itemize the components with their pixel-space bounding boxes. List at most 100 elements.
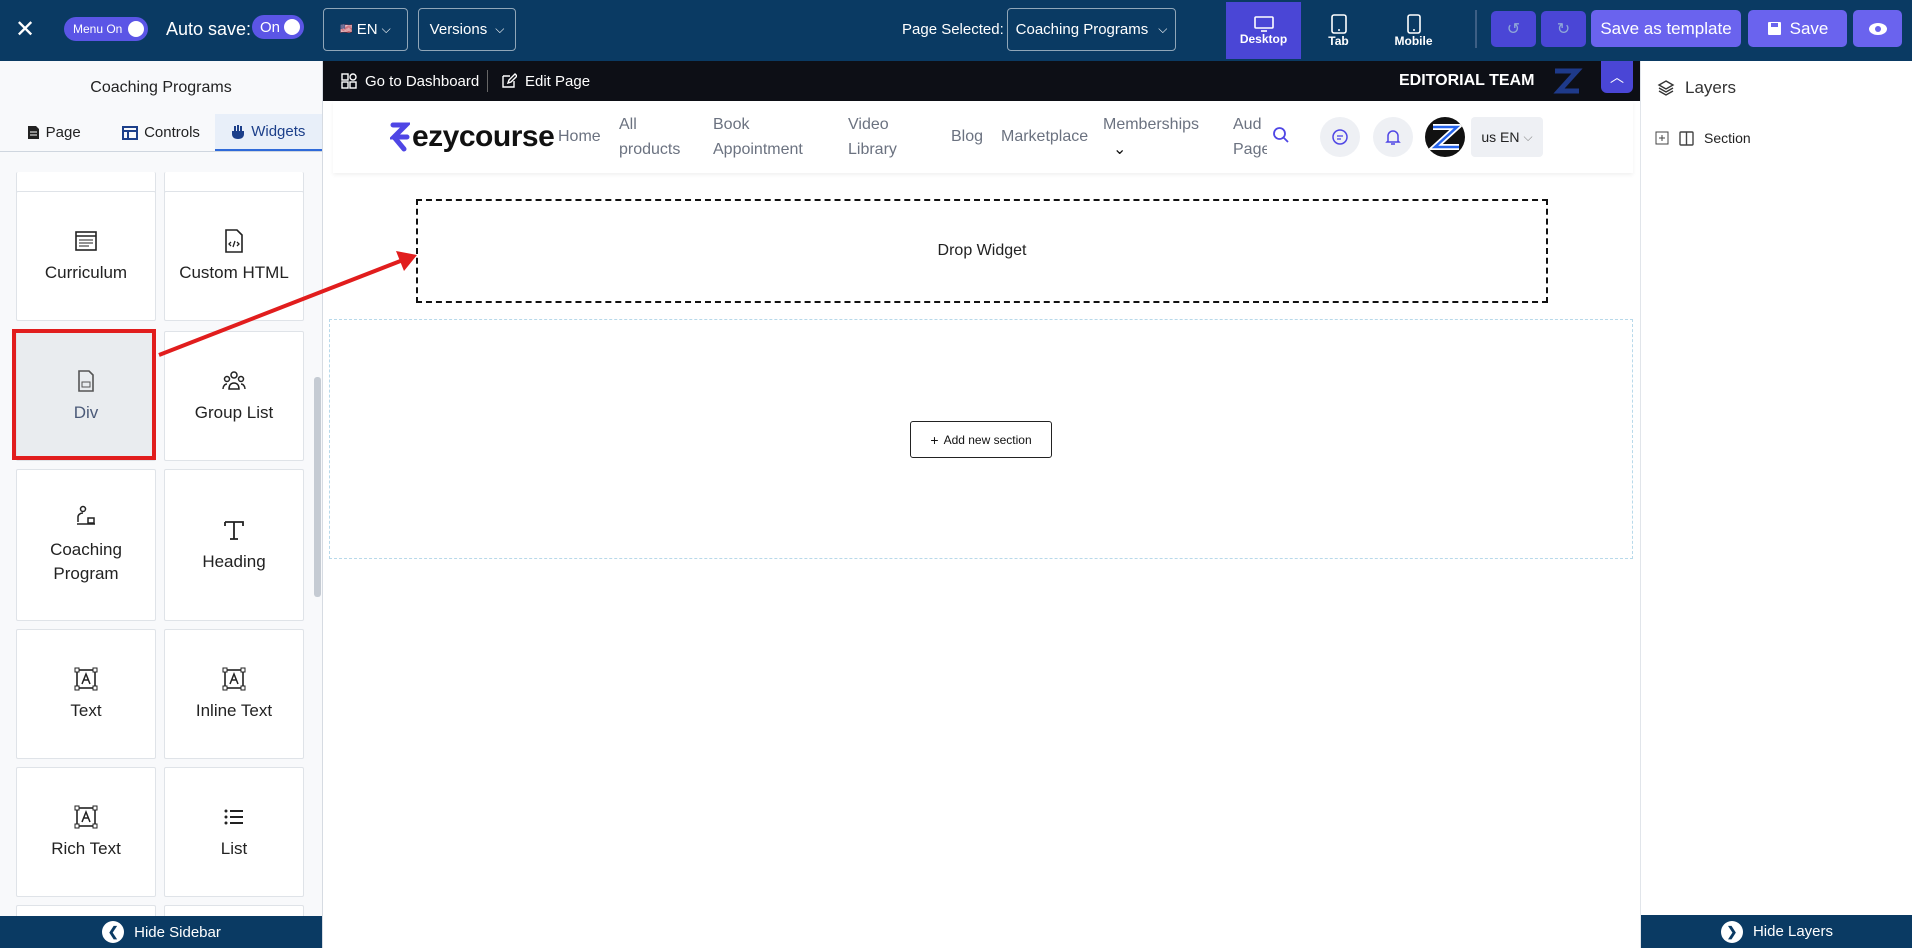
editor-canvas: Go to Dashboard Edit Page EDITORIAL TEAM…: [323, 61, 1640, 948]
nav-book-appointment[interactable]: Book Appointment: [713, 112, 809, 162]
section-columns-icon: [1679, 130, 1694, 146]
device-mobile-label: Mobile: [1394, 33, 1433, 48]
widget-coaching-program[interactable]: Coaching Program: [16, 469, 156, 621]
redo-button[interactable]: ↻: [1541, 11, 1586, 47]
nav-audio-page[interactable]: Aud Page: [1233, 112, 1267, 162]
chevron-down-icon: ⌵: [495, 22, 505, 36]
language-selector[interactable]: 🇺🇸 EN ⌵: [323, 8, 408, 51]
drop-widget-zone[interactable]: Drop Widget: [416, 199, 1548, 303]
nav-home[interactable]: Home: [558, 124, 601, 149]
widget-label: Curriculum: [44, 263, 128, 282]
go-to-dashboard-label: Go to Dashboard: [365, 72, 480, 90]
widget-text[interactable]: Text: [16, 629, 156, 759]
nav-marketplace[interactable]: Marketplace: [1001, 124, 1088, 149]
text-box-icon: [74, 805, 98, 829]
avatar-logo-icon: [1427, 124, 1465, 150]
layer-item-section[interactable]: Section: [1655, 128, 1751, 148]
widget-label: Group List: [194, 403, 274, 422]
redo-icon: ↻: [1556, 21, 1571, 38]
site-locale-selector[interactable]: us EN ⌵: [1471, 117, 1543, 157]
save-as-template-label: Save as template: [1600, 18, 1732, 38]
nav-all-products[interactable]: All products: [619, 112, 680, 162]
edit-bar: Go to Dashboard Edit Page EDITORIAL TEAM…: [323, 61, 1640, 101]
tab-page[interactable]: Page: [0, 114, 107, 151]
coaching-icon: [77, 505, 95, 525]
heading-t-icon: [224, 521, 244, 540]
versions-dropdown[interactable]: Versions ⌵: [418, 8, 516, 51]
widget-inline-text[interactable]: Inline Text: [164, 629, 304, 759]
save-icon: [1767, 22, 1781, 35]
tab-page-label: Page: [45, 124, 81, 141]
nav-memberships-label: Memberships: [1103, 116, 1200, 133]
tab-controls[interactable]: Controls: [107, 114, 214, 151]
chevron-down-icon: ⌵: [1158, 22, 1168, 36]
autosave-toggle[interactable]: On: [252, 15, 304, 39]
undo-button[interactable]: ↺: [1491, 11, 1536, 47]
html-file-icon: [225, 229, 243, 253]
save-as-template-button[interactable]: Save as template: [1591, 10, 1741, 47]
undo-icon: ↺: [1506, 21, 1521, 38]
team-name: EDITORIAL TEAM: [1399, 72, 1535, 89]
widget-custom-html[interactable]: Custom HTML: [164, 191, 304, 321]
flag-us-icon: 🇺🇸: [340, 24, 353, 35]
tab-controls-label: Controls: [144, 124, 200, 141]
widget-div[interactable]: Div: [16, 331, 156, 461]
save-button[interactable]: Save: [1748, 10, 1847, 47]
layers-title: Layers: [1685, 78, 1737, 97]
close-icon[interactable]: ✕: [10, 14, 40, 44]
autosave-label: Auto save:: [166, 18, 252, 39]
sidebar-title: Coaching Programs: [90, 78, 232, 96]
widget-rich-text[interactable]: Rich Text: [16, 767, 156, 897]
site-navbar: ezycourse Home All products Book Appoint…: [333, 101, 1633, 173]
language-label: EN: [356, 21, 378, 38]
page-selected-label: Page Selected:: [902, 20, 1004, 38]
eye-icon: [1868, 22, 1887, 35]
nav-memberships[interactable]: Memberships ⌄: [1103, 112, 1199, 162]
hide-sidebar-button[interactable]: ❮ Hide Sidebar: [0, 916, 322, 948]
versions-label: Versions: [429, 21, 488, 38]
device-tab-button[interactable]: Tab: [1301, 2, 1376, 59]
user-avatar[interactable]: [1425, 117, 1465, 157]
drop-widget-label: Drop Widget: [937, 242, 1027, 259]
menu-toggle-label: Menu On: [73, 22, 123, 36]
desktop-icon: [1253, 15, 1274, 32]
tablet-icon: [1330, 13, 1347, 34]
widget-curriculum[interactable]: Curriculum: [16, 191, 156, 321]
collapse-editbar-button[interactable]: ︿: [1601, 61, 1633, 93]
chevron-up-icon: ︿: [1610, 69, 1624, 85]
add-new-section-button[interactable]: + Add new section: [910, 421, 1052, 458]
hide-sidebar-label: Hide Sidebar: [134, 923, 221, 941]
widget-label: List: [220, 839, 248, 858]
widget-group-list[interactable]: Group List: [164, 331, 304, 461]
device-mobile-button[interactable]: Mobile: [1376, 2, 1451, 59]
layers-header: Layers: [1657, 77, 1736, 99]
dashboard-icon: [341, 73, 357, 89]
tab-widgets[interactable]: Widgets: [214, 114, 322, 151]
sidebar-scrollbar[interactable]: [314, 377, 321, 597]
toolbar-divider: [1475, 10, 1477, 48]
widget-heading[interactable]: Heading: [164, 469, 304, 621]
text-box-icon: [74, 667, 98, 691]
add-new-section-label: Add new section: [943, 432, 1032, 447]
edit-page-link[interactable]: Edit Page: [501, 70, 590, 92]
device-desktop-button[interactable]: Desktop: [1226, 2, 1301, 59]
site-logo[interactable]: ezycourse: [390, 119, 555, 155]
widget-list[interactable]: List: [164, 767, 304, 897]
preview-button[interactable]: [1853, 10, 1902, 47]
page-selector[interactable]: Coaching Programs ⌵: [1007, 8, 1176, 51]
menu-toggle[interactable]: Menu On: [64, 17, 148, 41]
autosave-toggle-label: On: [260, 18, 281, 36]
go-to-dashboard-link[interactable]: Go to Dashboard: [341, 70, 479, 92]
nav-video-library[interactable]: Video Library: [848, 112, 908, 162]
widget-label: Text: [70, 701, 102, 720]
edit-icon: [502, 73, 517, 88]
messages-button[interactable]: [1320, 117, 1360, 157]
site-logo-text: ezycourse: [412, 120, 555, 153]
mobile-icon: [1406, 13, 1421, 34]
hide-layers-button[interactable]: ❯ Hide Layers: [1641, 915, 1912, 948]
page-selector-value: Coaching Programs: [1015, 21, 1149, 38]
toggle-knob: [128, 21, 144, 37]
search-button[interactable]: [1263, 117, 1299, 153]
notifications-button[interactable]: [1373, 117, 1413, 157]
nav-blog[interactable]: Blog: [951, 124, 983, 149]
